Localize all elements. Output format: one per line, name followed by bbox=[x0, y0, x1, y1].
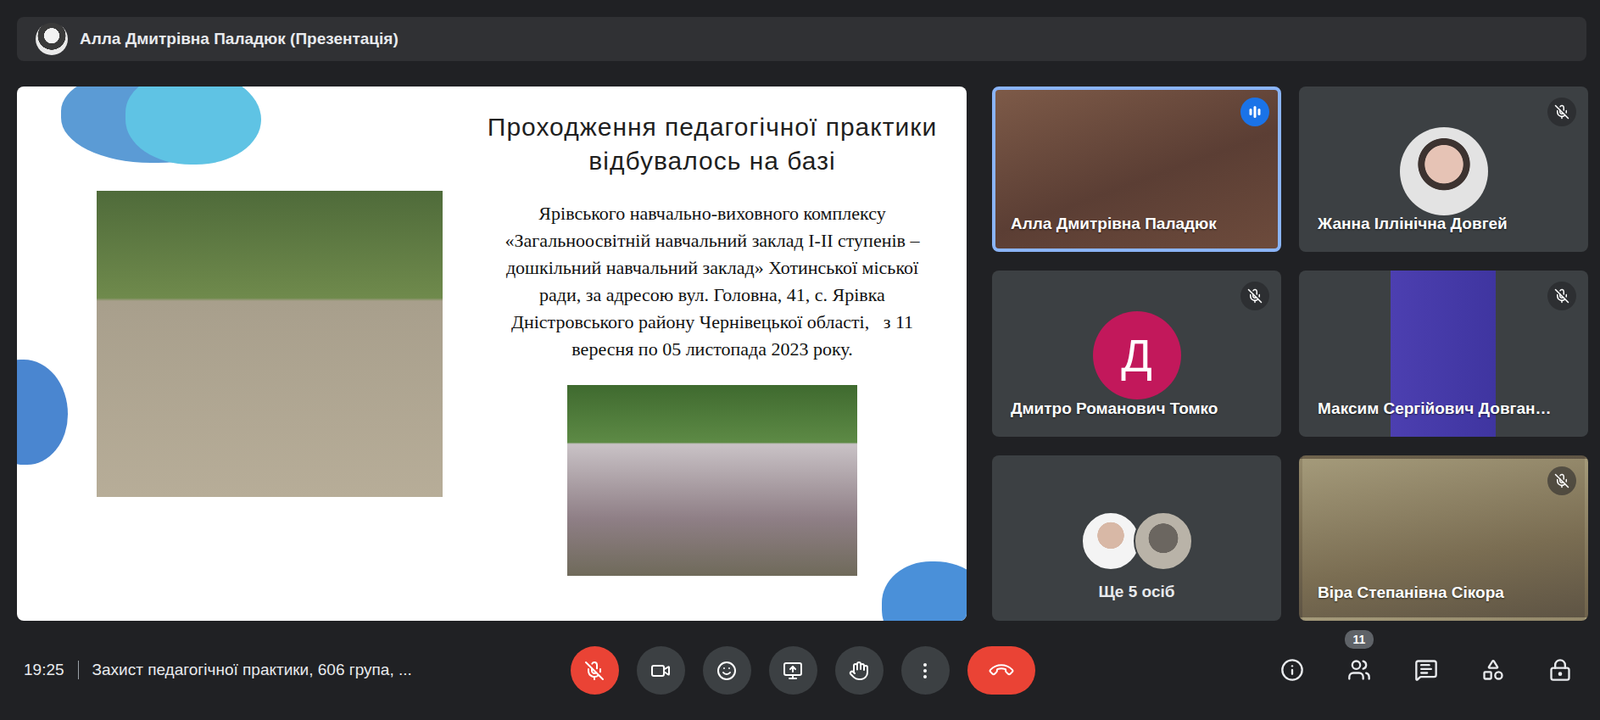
mic-off-icon bbox=[584, 660, 605, 681]
participant-avatar bbox=[1133, 511, 1194, 571]
sound-bars-icon bbox=[1247, 104, 1263, 120]
hang-up-icon bbox=[986, 656, 1016, 686]
mic-off-icon bbox=[1554, 473, 1570, 489]
present-screen-icon bbox=[782, 660, 803, 681]
others-avatars bbox=[1081, 511, 1194, 571]
participants-grid: Алла Дмитрівна Паладюк Жанна Іллінічна До… bbox=[992, 86, 1589, 621]
mic-off-icon bbox=[1554, 288, 1570, 304]
participant-tile[interactable]: Віра Степанівна Сікора bbox=[1298, 455, 1589, 621]
clock: 19:25 bbox=[23, 660, 65, 680]
stage: Проходження педагогічної практикивідбува… bbox=[16, 86, 1589, 621]
presenter-name: Алла Дмитрівна Паладюк (Презентація) bbox=[79, 29, 399, 49]
muted-indicator bbox=[1240, 281, 1270, 311]
chat-icon bbox=[1414, 657, 1439, 682]
participant-tile[interactable]: Ще 5 осіб bbox=[992, 455, 1282, 621]
participant-tile[interactable]: Жанна Іллінічна Довгей bbox=[1298, 86, 1589, 252]
divider bbox=[78, 660, 79, 680]
mic-off-icon bbox=[1554, 104, 1570, 120]
host-controls-button[interactable] bbox=[1544, 653, 1577, 686]
presentation-slide: Проходження педагогічної практикивідбува… bbox=[16, 86, 967, 621]
others-label: Ще 5 осіб bbox=[1098, 582, 1176, 602]
slide-body: Ярівського навчально-виховного комплексу… bbox=[505, 200, 920, 363]
participant-avatar: Д bbox=[1092, 311, 1182, 400]
leave-call-button[interactable] bbox=[967, 646, 1036, 695]
participant-name: Жанна Іллінічна Довгей bbox=[1302, 214, 1585, 249]
participant-tile[interactable]: Алла Дмитрівна Паладюк bbox=[992, 86, 1282, 252]
participant-name: Максим Сергійович Довган… bbox=[1302, 399, 1585, 434]
shapes-icon bbox=[1481, 657, 1506, 682]
lock-icon bbox=[1548, 657, 1573, 682]
mic-off-icon bbox=[1247, 288, 1263, 304]
participant-tile[interactable]: Максим Сергійович Довган… bbox=[1298, 270, 1589, 436]
participant-name: Алла Дмитрівна Паладюк bbox=[995, 214, 1278, 249]
decor-blob bbox=[16, 359, 68, 465]
participant-name: Дмитро Романович Томко bbox=[995, 399, 1278, 434]
participant-tile[interactable]: ДДмитро Романович Томко bbox=[992, 270, 1282, 436]
participant-avatar bbox=[1081, 511, 1141, 571]
more-vertical-icon bbox=[914, 660, 936, 681]
people-button[interactable]: 11 bbox=[1343, 653, 1376, 686]
people-icon bbox=[1347, 657, 1372, 682]
camera-icon bbox=[650, 660, 671, 681]
info-button[interactable] bbox=[1276, 653, 1309, 686]
mic-button[interactable] bbox=[570, 646, 619, 695]
hand-icon bbox=[848, 660, 870, 681]
more-button[interactable] bbox=[901, 646, 950, 695]
raise-hand-button[interactable] bbox=[835, 646, 884, 695]
slide-title: Проходження педагогічної практикивідбува… bbox=[487, 110, 937, 179]
muted-indicator bbox=[1547, 97, 1577, 127]
info-icon bbox=[1280, 657, 1305, 682]
activities-button[interactable] bbox=[1477, 653, 1510, 686]
speaking-indicator bbox=[1240, 97, 1270, 127]
smile-icon bbox=[716, 660, 737, 681]
participants-count-badge: 11 bbox=[1344, 629, 1374, 649]
muted-indicator bbox=[1547, 281, 1577, 311]
slide-photo bbox=[567, 384, 858, 576]
participant-name: Віра Степанівна Сікора bbox=[1302, 583, 1585, 618]
meeting-title: Захист педагогічної практики, 606 група,… bbox=[92, 660, 413, 680]
meet-window: Алла Дмитрівна Паладюк (Презентація) Прох… bbox=[0, 0, 1600, 720]
presenter-avatar bbox=[35, 22, 68, 56]
participant-avatar bbox=[1399, 127, 1489, 216]
reactions-button[interactable] bbox=[702, 646, 752, 695]
camera-button[interactable] bbox=[636, 646, 686, 695]
control-bar: 19:25 Захист педагогічної практики, 606 г… bbox=[16, 620, 1589, 720]
presenter-bar: Алла Дмитрівна Паладюк (Презентація) bbox=[16, 16, 1587, 62]
present-button[interactable] bbox=[769, 646, 818, 695]
decor-blob bbox=[881, 561, 967, 621]
slide-photo bbox=[96, 190, 443, 497]
muted-indicator bbox=[1547, 466, 1577, 496]
chat-button[interactable] bbox=[1410, 653, 1443, 686]
